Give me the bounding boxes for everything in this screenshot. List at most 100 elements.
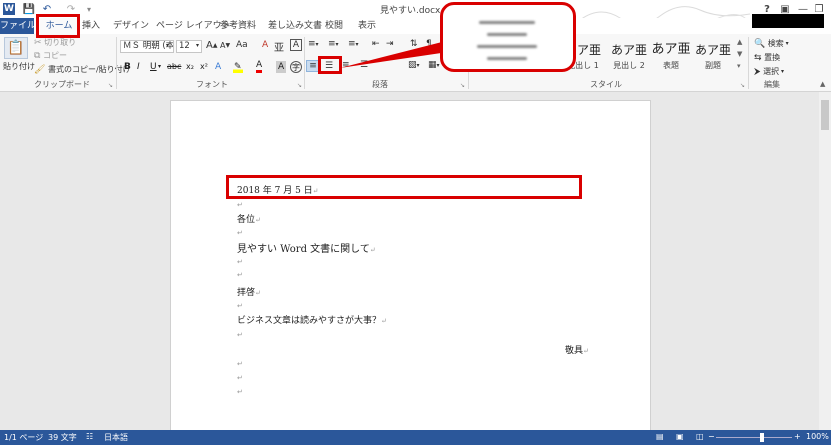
paragraph-mark: ↵ bbox=[237, 258, 243, 266]
copy-button[interactable]: ⧉ コピー bbox=[34, 50, 67, 61]
word-window: W 💾 ↶ ↷ ▾ 見やすい.docx - V ? ▣ — ❐ ファイル ホーム… bbox=[0, 0, 831, 445]
styles-launcher-icon[interactable]: ↘ bbox=[740, 82, 745, 89]
page-count[interactable]: 1/1 ページ bbox=[4, 432, 43, 443]
styles-group-label: スタイル bbox=[590, 80, 622, 89]
zoom-level[interactable]: 100% bbox=[806, 432, 829, 441]
separator bbox=[116, 37, 117, 89]
account-name-redacted[interactable] bbox=[752, 14, 824, 28]
replace-button[interactable]: ⇆ 置換 bbox=[754, 52, 780, 63]
center-align-callout bbox=[440, 2, 576, 72]
tab-review[interactable]: 校閲 bbox=[325, 18, 343, 34]
style-preview: あア亜 bbox=[651, 42, 691, 57]
tab-mailings[interactable]: 差し込み文書 bbox=[268, 18, 322, 34]
underline-button[interactable]: U bbox=[150, 61, 157, 73]
font-launcher-icon[interactable]: ↘ bbox=[297, 82, 302, 89]
paragraph-mark: ↵ bbox=[237, 374, 243, 382]
vertical-scrollbar[interactable] bbox=[819, 92, 831, 430]
strikethrough-button[interactable]: abc bbox=[167, 61, 181, 73]
numbering-icon[interactable]: ≡ ▾ bbox=[328, 39, 339, 49]
character-border-icon[interactable]: A bbox=[290, 39, 302, 51]
document-line-body[interactable]: ビジネス文章は読みやすさが大事？↵ bbox=[237, 313, 387, 326]
font-color-icon[interactable]: A bbox=[256, 61, 263, 73]
tab-insert[interactable]: 挿入 bbox=[82, 18, 100, 34]
style-name: 表題 bbox=[663, 61, 679, 70]
underline-dropdown-icon[interactable]: ▾ bbox=[158, 61, 161, 73]
shrink-font-button[interactable]: A ▼ bbox=[220, 41, 230, 50]
word-count[interactable]: 39 文字 bbox=[48, 432, 77, 443]
document-line-greeting[interactable]: 拝啓↵ bbox=[237, 285, 261, 298]
select-button[interactable]: ⮞ 選択 ▾ bbox=[754, 66, 784, 77]
style-title[interactable]: あア亜 表題 bbox=[648, 36, 694, 76]
find-button[interactable]: 🔍 検索 ▾ bbox=[754, 38, 789, 49]
enclose-characters-icon[interactable]: 字 bbox=[290, 61, 302, 73]
tab-design[interactable]: デザイン bbox=[113, 18, 149, 34]
style-subtitle[interactable]: あア亜 副題 bbox=[690, 36, 736, 76]
styles-scroll-up-icon[interactable]: ▲ bbox=[737, 38, 742, 46]
editing-group-label: 編集 bbox=[764, 80, 780, 89]
scissors-icon: ✂ bbox=[34, 37, 42, 48]
proofing-icon[interactable]: ☷ bbox=[86, 432, 93, 441]
document-line-closing[interactable]: 敬具↵ bbox=[565, 343, 589, 356]
change-case-button[interactable]: Aa bbox=[236, 40, 248, 50]
subscript-button[interactable]: x₂ bbox=[186, 61, 194, 73]
zoom-slider-thumb[interactable] bbox=[760, 433, 764, 442]
zoom-slider[interactable] bbox=[716, 437, 792, 438]
read-mode-icon[interactable]: ▤ bbox=[656, 432, 664, 441]
separator bbox=[304, 37, 305, 89]
scrollbar-thumb[interactable] bbox=[821, 100, 829, 130]
zoom-in-button[interactable]: + bbox=[794, 432, 801, 441]
word-app-icon[interactable]: W bbox=[3, 3, 15, 15]
paragraph-mark: ↵ bbox=[237, 229, 243, 237]
status-bar: 1/1 ページ 39 文字 ☷ 日本語 ▤ ▣ ◫ − + 100% bbox=[0, 430, 831, 445]
highlight-date-line bbox=[226, 175, 582, 199]
clipboard-group-label: クリップボード bbox=[34, 80, 90, 89]
phonetic-guide-icon[interactable]: 亚 bbox=[274, 39, 284, 54]
style-name: 見出し 2 bbox=[613, 61, 645, 70]
paragraph-mark: ↵ bbox=[237, 201, 243, 209]
styles-more-icon[interactable]: ▾ bbox=[737, 62, 741, 70]
collapse-ribbon-icon[interactable]: ▲ bbox=[820, 80, 825, 88]
styles-scroll-down-icon[interactable]: ▼ bbox=[737, 50, 742, 58]
document-line-recipient[interactable]: 各位↵ bbox=[237, 212, 261, 225]
font-size-dropdown-icon[interactable]: ▾ bbox=[196, 42, 199, 49]
document-line-subject[interactable]: 見やすい Word 文書に関して↵ bbox=[237, 240, 376, 255]
paragraph-mark: ↵ bbox=[237, 271, 243, 279]
customize-qat-icon[interactable]: ▾ bbox=[82, 2, 96, 16]
highlight-icon[interactable]: ✎ bbox=[233, 61, 243, 73]
bullets-icon[interactable]: ≡ ▾ bbox=[308, 39, 319, 49]
style-heading-2[interactable]: あア亜 見出し 2 bbox=[606, 36, 652, 76]
language-indicator[interactable]: 日本語 bbox=[104, 432, 128, 443]
italic-button[interactable]: I bbox=[137, 61, 140, 73]
paragraph-mark: ↵ bbox=[237, 388, 243, 396]
paragraph-launcher-icon[interactable]: ↘ bbox=[460, 82, 465, 89]
grow-font-button[interactable]: A ▲ bbox=[206, 40, 217, 51]
replace-icon: ⇆ bbox=[754, 52, 762, 63]
cursor-icon: ⮞ bbox=[754, 66, 761, 77]
callout-pointer bbox=[340, 42, 448, 68]
print-layout-icon[interactable]: ▣ bbox=[676, 432, 684, 441]
highlight-center-align bbox=[318, 56, 342, 74]
save-icon[interactable]: 💾 bbox=[22, 2, 36, 16]
bold-button[interactable]: B bbox=[124, 61, 131, 73]
web-layout-icon[interactable]: ◫ bbox=[696, 432, 704, 441]
search-icon: 🔍 bbox=[754, 38, 766, 49]
superscript-button[interactable]: x² bbox=[200, 61, 208, 73]
clipboard-icon[interactable]: 📋 bbox=[4, 37, 28, 59]
font-name-dropdown-icon[interactable]: ▾ bbox=[166, 42, 169, 49]
zoom-out-button[interactable]: − bbox=[708, 432, 715, 441]
callout-line bbox=[487, 57, 527, 60]
ribbon-tabs: ファイル ホーム 挿入 デザイン ページ レイアウト 参考資料 差し込み文書 校… bbox=[0, 18, 831, 34]
font-group-label: フォント bbox=[196, 80, 228, 89]
clear-formatting-button[interactable]: A bbox=[262, 40, 268, 50]
cut-button[interactable]: ✂ 切り取り bbox=[34, 37, 76, 48]
tab-file[interactable]: ファイル bbox=[0, 18, 36, 34]
clipboard-launcher-icon[interactable]: ↘ bbox=[108, 82, 113, 89]
character-shading-icon[interactable]: A bbox=[276, 61, 287, 73]
paragraph-group-label: 段落 bbox=[372, 80, 388, 89]
tab-view[interactable]: 表示 bbox=[358, 18, 376, 34]
brush-icon: 🖌 bbox=[34, 64, 46, 75]
paste-button[interactable]: 貼り付け bbox=[3, 61, 35, 72]
paragraph-mark: ↵ bbox=[237, 302, 243, 310]
text-effects-icon[interactable]: A bbox=[215, 61, 221, 73]
tab-references[interactable]: 参考資料 bbox=[220, 18, 256, 34]
